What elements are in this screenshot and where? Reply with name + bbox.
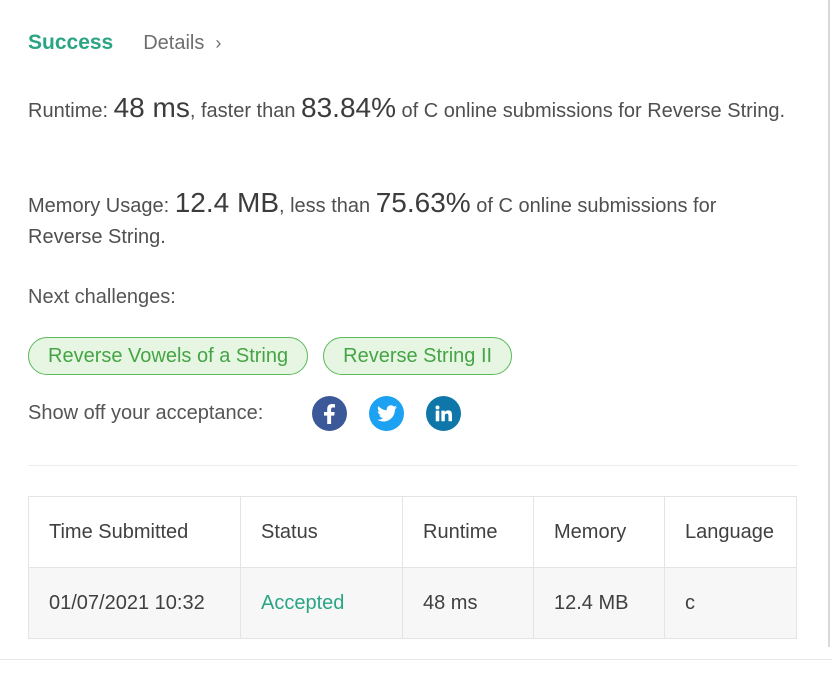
share-label: Show off your acceptance: [28,402,264,424]
runtime-suffix: of C online submissions for Reverse Stri… [395,100,786,122]
share-row: Show off your acceptance: [28,396,483,431]
memory-comparison: , less than [279,195,376,217]
table-row: 01/07/2021 10:32 Accepted 48 ms 12.4 MB … [28,567,797,639]
next-challenges: Reverse Vowels of a String Reverse Strin… [28,337,513,375]
runtime-stat: Runtime: 48 ms, faster than 83.84% of C … [28,92,788,127]
memory-stat: Memory Usage: 12.4 MB, less than 75.63% … [28,187,788,253]
cell-memory: 12.4 MB [533,567,665,639]
challenge-chip-reverse-string-ii[interactable]: Reverse String II [323,337,513,375]
column-header-time-submitted: Time Submitted [28,496,241,568]
memory-label: Memory Usage: [28,195,175,217]
runtime-percent: 83.84% [301,92,396,123]
section-divider [28,465,798,466]
next-challenges-label: Next challenges: [28,286,176,308]
linkedin-icon[interactable] [426,396,461,431]
column-header-language: Language [664,496,797,568]
cell-language: c [664,567,797,639]
result-header: Success Details › [28,31,221,55]
details-link[interactable]: Details › [143,32,221,55]
twitter-icon[interactable] [369,396,404,431]
cell-time-submitted: 01/07/2021 10:32 [28,567,241,639]
scrollbar-edge [828,0,830,647]
runtime-value: 48 ms [113,92,190,123]
memory-percent: 75.63% [375,187,471,218]
column-header-memory: Memory [533,496,665,568]
column-header-status: Status [240,496,403,568]
memory-value: 12.4 MB [174,187,279,218]
status-accepted-link[interactable]: Accepted [261,592,344,614]
details-label: Details [143,32,205,54]
challenge-chip-reverse-vowels[interactable]: Reverse Vowels of a String [28,337,309,375]
facebook-icon[interactable] [312,396,347,431]
submissions-table: Time Submitted Status Runtime Memory Lan… [28,496,797,639]
column-header-runtime: Runtime [402,496,534,568]
runtime-label: Runtime: [28,100,114,122]
bottom-border [0,659,832,660]
chevron-right-icon: › [215,33,222,53]
result-status: Success [28,31,114,54]
table-header-row: Time Submitted Status Runtime Memory Lan… [28,496,797,568]
runtime-comparison: , faster than [189,100,302,122]
cell-runtime: 48 ms [402,567,534,639]
cell-status: Accepted [240,567,403,639]
